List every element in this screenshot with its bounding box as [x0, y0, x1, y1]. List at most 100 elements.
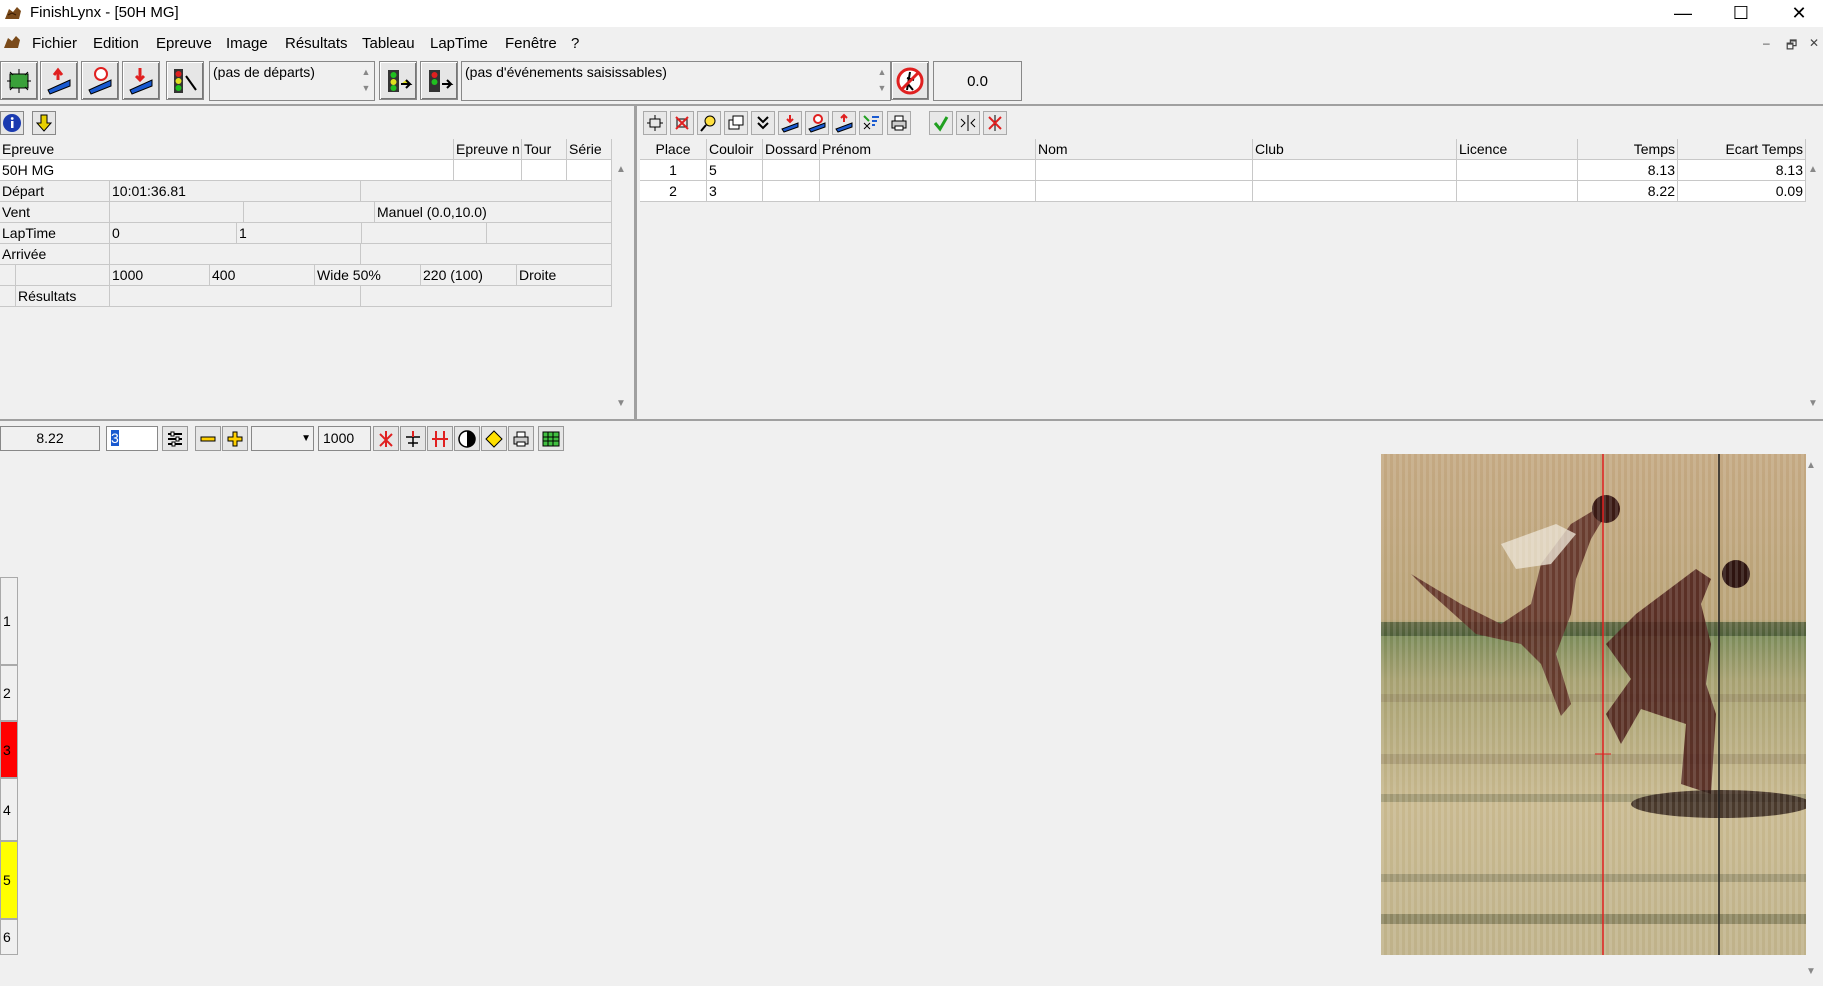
menu-image[interactable]: Image — [226, 35, 268, 52]
maximize-button[interactable]: ☐ — [1712, 0, 1770, 27]
row-1-last-name[interactable] — [1036, 160, 1253, 181]
minimize-button[interactable]: — — [1654, 0, 1712, 27]
scroll-up-icon[interactable]: ▲ — [616, 164, 626, 175]
param-frame-rate[interactable]: 400 — [210, 265, 315, 286]
row-2-club[interactable] — [1253, 181, 1457, 202]
image-settings-button[interactable] — [162, 426, 188, 451]
menu-fenetre[interactable]: Fenêtre — [505, 35, 557, 52]
row-1-gap[interactable]: 8.13 — [1678, 160, 1806, 181]
col-prenom[interactable]: Prénom — [820, 139, 1036, 160]
start-sensor-button[interactable] — [166, 61, 204, 100]
starts-combo[interactable]: (pas de départs) ▲ ▼ — [209, 61, 375, 101]
row-2-first-name[interactable] — [820, 181, 1036, 202]
menu-epreuve[interactable]: Epreuve — [156, 35, 212, 52]
download-button[interactable] — [32, 111, 56, 135]
param-direction[interactable]: Droite — [517, 265, 612, 286]
col-ecart-temps[interactable]: Ecart Temps — [1678, 139, 1806, 160]
row-1-club[interactable] — [1253, 160, 1457, 181]
res-split-button[interactable] — [956, 111, 980, 135]
image-scroll-down-icon[interactable]: ▼ — [1806, 966, 1816, 977]
col-couloir[interactable]: Couloir — [707, 139, 763, 160]
laptime-value-2[interactable]: 1 — [237, 223, 362, 244]
results-scroll-down-icon[interactable]: ▼ — [1808, 398, 1818, 409]
align-cursor-button[interactable] — [400, 426, 426, 451]
col-nom[interactable]: Nom — [1036, 139, 1253, 160]
row-2-gap[interactable]: 0.09 — [1678, 181, 1806, 202]
row-1-lane[interactable]: 5 — [707, 160, 763, 181]
res-capture-button[interactable] — [643, 111, 667, 135]
row-1-place[interactable]: 1 — [640, 160, 707, 181]
lane-input[interactable]: 3 — [106, 426, 158, 451]
panel-splitter[interactable] — [634, 104, 637, 420]
res-import-button[interactable] — [778, 111, 802, 135]
event-grid-scrollbar[interactable]: ▲ ▼ — [612, 160, 632, 414]
menu-help[interactable]: ? — [571, 35, 579, 52]
param-density[interactable]: 1000 — [110, 265, 210, 286]
event-num-cell[interactable] — [454, 160, 522, 181]
row-1-first-name[interactable] — [820, 160, 1036, 181]
row-2-license[interactable] — [1457, 181, 1578, 202]
row-1-license[interactable] — [1457, 160, 1578, 181]
res-sort-lanes-button[interactable] — [859, 111, 883, 135]
res-windows-button[interactable] — [724, 111, 748, 135]
results-value-cell[interactable] — [110, 286, 361, 307]
heat-cell[interactable] — [567, 160, 612, 181]
table-view-button[interactable] — [538, 426, 564, 451]
row-2-bib[interactable] — [763, 181, 820, 202]
info-button[interactable] — [0, 111, 24, 135]
res-print-button[interactable] — [887, 111, 911, 135]
events-combo[interactable]: (pas d'événements saisissables) ▲ ▼ — [461, 61, 891, 101]
res-export-button[interactable] — [832, 111, 856, 135]
res-clear-capture-button[interactable] — [670, 111, 694, 135]
brightness-button[interactable] — [481, 426, 507, 451]
contrast-button[interactable] — [454, 426, 480, 451]
row-2-lane[interactable]: 3 — [707, 181, 763, 202]
events-spin-icon[interactable]: ▲ ▼ — [876, 64, 888, 96]
row-1-time[interactable]: 8.13 — [1578, 160, 1678, 181]
document-logo-icon[interactable] — [3, 34, 21, 50]
menu-tableau[interactable]: Tableau — [362, 35, 415, 52]
zoom-out-button[interactable] — [195, 426, 221, 451]
res-sort-button[interactable] — [751, 111, 775, 135]
res-delete-button[interactable] — [983, 111, 1007, 135]
lane-marker-2[interactable]: 2 — [0, 665, 18, 721]
traffic-light-next-button[interactable] — [379, 61, 417, 100]
menu-resultats[interactable]: Résultats — [285, 35, 348, 52]
event-name-cell[interactable]: 50H MG — [0, 160, 454, 181]
delete-cursor-button[interactable] — [373, 426, 399, 451]
col-place[interactable]: Place — [640, 139, 707, 160]
zoom-select[interactable]: ▼ — [251, 426, 314, 451]
res-search-button[interactable] — [697, 111, 721, 135]
wind-mode-value[interactable]: Manuel (0.0,10.0) — [375, 202, 612, 223]
capture-button[interactable] — [0, 61, 38, 100]
lane-marker-4[interactable]: 4 — [0, 778, 18, 841]
results-scroll-up-icon[interactable]: ▲ — [1808, 164, 1818, 175]
mdi-minimize-button[interactable]: – — [1763, 36, 1770, 50]
param-lens[interactable]: Wide 50% — [315, 265, 421, 286]
res-edit-button[interactable] — [805, 111, 829, 135]
menu-edition[interactable]: Edition — [93, 35, 139, 52]
starts-spin-icon[interactable]: ▲ ▼ — [360, 64, 372, 96]
mdi-close-button[interactable]: ✕ — [1809, 36, 1819, 50]
image-scroll-up-icon[interactable]: ▲ — [1806, 460, 1816, 471]
param-exposure[interactable]: 220 (100) — [421, 265, 517, 286]
lane-marker-1[interactable]: 1 — [0, 577, 18, 665]
mdi-restore-button[interactable]: 🗗 — [1786, 36, 1797, 57]
photo-finish-image[interactable] — [1381, 454, 1806, 955]
menu-fichier[interactable]: Fichier — [32, 35, 77, 52]
laptime-value-1[interactable]: 0 — [110, 223, 237, 244]
edit-event-button[interactable] — [81, 61, 119, 100]
res-confirm-button[interactable] — [929, 111, 953, 135]
round-cell[interactable] — [522, 160, 567, 181]
row-2-last-name[interactable] — [1036, 181, 1253, 202]
image-panel-separator[interactable] — [0, 419, 1823, 421]
start-time-value[interactable]: 10:01:36.81 — [110, 181, 361, 202]
zoom-in-button[interactable] — [222, 426, 248, 451]
col-dossard[interactable]: Dossard — [763, 139, 820, 160]
dropdown-arrow-icon[interactable]: ▼ — [301, 427, 311, 450]
col-temps[interactable]: Temps — [1578, 139, 1678, 160]
row-2-place[interactable]: 2 — [640, 181, 707, 202]
traffic-light-arm-button[interactable] — [420, 61, 458, 100]
split-cursor-button[interactable] — [427, 426, 453, 451]
wind-gauge-button[interactable] — [891, 61, 929, 100]
